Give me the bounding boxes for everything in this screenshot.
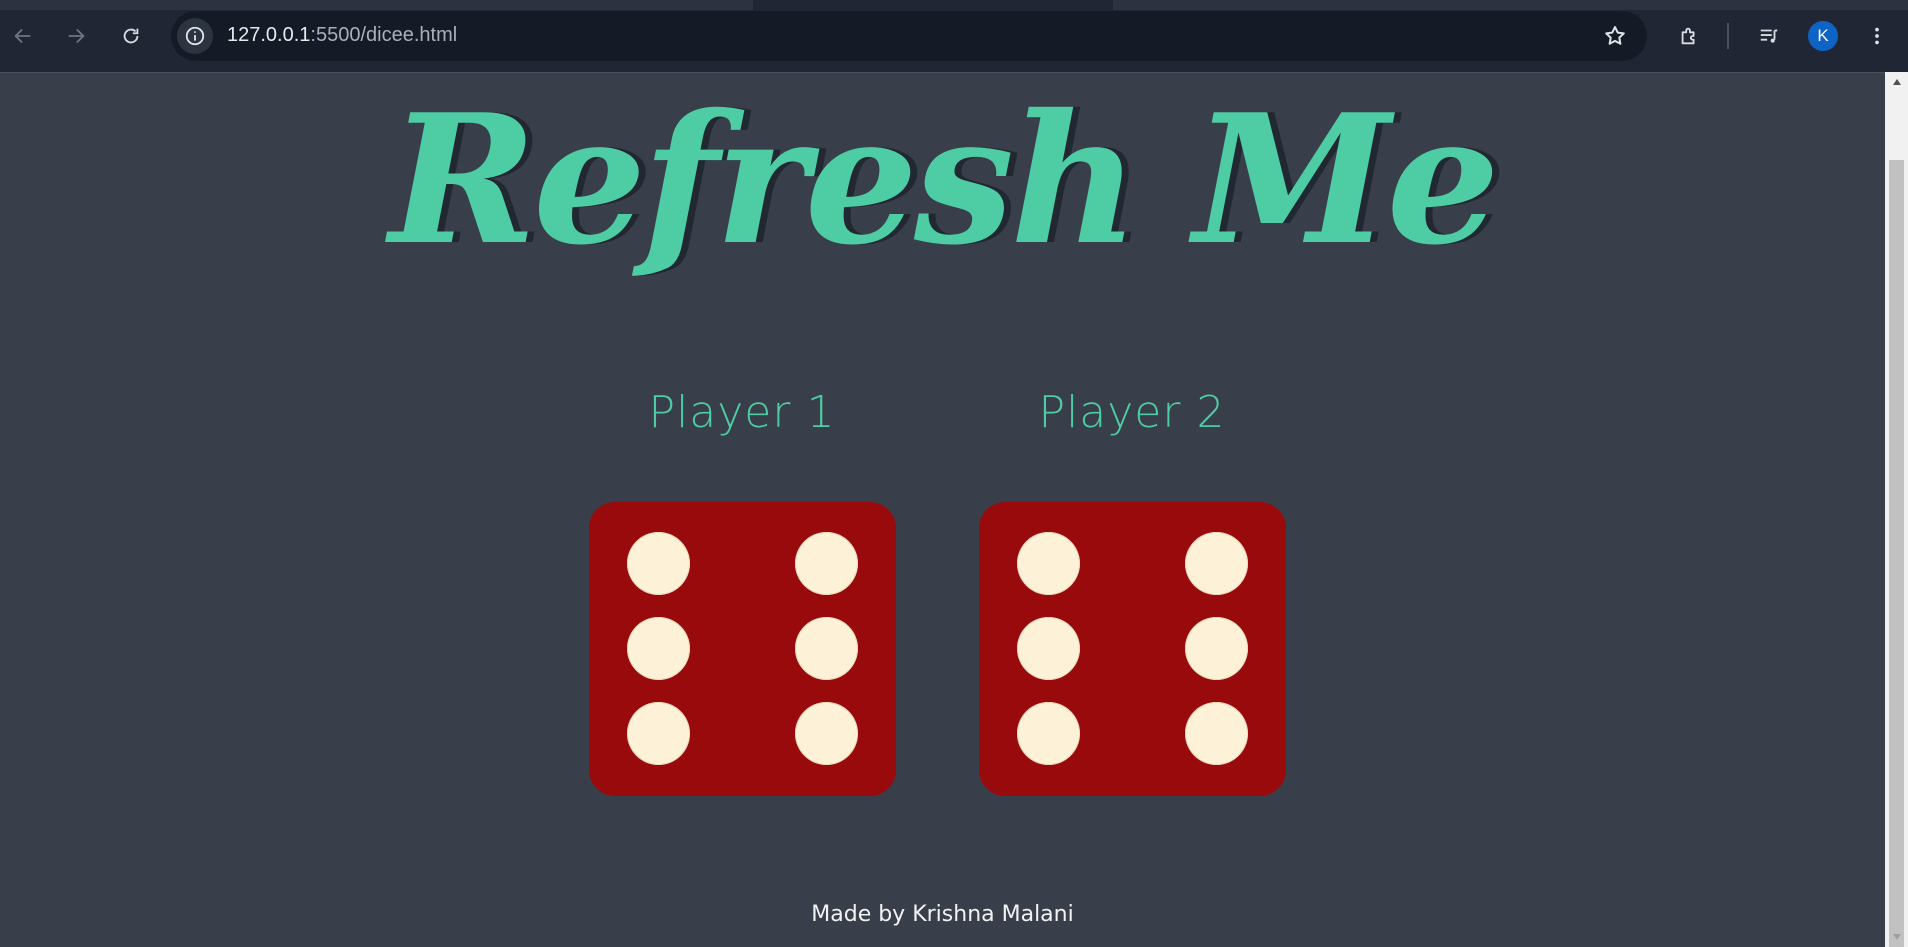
url-host: 127.0.0.1 [227,24,311,46]
bookmark-button[interactable] [1601,22,1629,50]
tab-strip [0,0,1908,10]
address-bar[interactable]: 127.0.0.1:5500/dicee.html [171,11,1647,61]
scroll-up-arrow[interactable] [1885,72,1908,92]
back-button[interactable] [5,18,41,54]
die-pip [1017,532,1080,595]
url-text[interactable]: 127.0.0.1:5500/dicee.html [227,24,457,47]
reload-button[interactable] [113,18,149,54]
media-controls-button[interactable] [1751,18,1787,54]
playlist-icon [1760,29,1778,43]
die-pip [795,617,858,680]
browser-toolbar: 127.0.0.1:5500/dicee.html K [0,0,1908,73]
scroll-thumb[interactable] [1889,160,1904,947]
player-2-label: Player 2 [1038,387,1226,438]
arrow-right-icon [68,28,85,44]
active-tab[interactable] [753,0,1113,10]
die-pip [1017,702,1080,765]
star-icon [1605,26,1625,45]
die-pip [627,532,690,595]
triangle-down-icon [1892,934,1901,940]
player-1-label: Player 1 [648,387,836,438]
scroll-down-arrow[interactable] [1885,927,1908,947]
player-2-die [979,502,1286,796]
die-pip [795,702,858,765]
menu-button[interactable] [1859,18,1895,54]
die-pip [1185,617,1248,680]
page-title: Refresh Me [389,75,1500,284]
toolbar-divider [1727,23,1729,49]
extensions-button[interactable] [1671,18,1707,54]
die-pip [627,617,690,680]
die-pip [627,702,690,765]
url-path: :5500/dicee.html [310,24,458,46]
puzzle-icon [1681,27,1695,45]
die-pip [1017,617,1080,680]
footer-credit: Made by Krishna Malani [811,902,1074,927]
die-pip [1185,532,1248,595]
arrow-left-icon [14,28,31,44]
reload-icon [123,28,139,44]
die-pip [1185,702,1248,765]
triangle-up-icon [1892,79,1901,85]
forward-button[interactable] [58,18,94,54]
page-content: Refresh Me Player 1 Player 2 Made by Kri… [0,72,1885,947]
site-info-button[interactable] [177,18,213,54]
kebab-menu-icon [1875,27,1879,45]
die-pip [795,532,858,595]
vertical-scrollbar[interactable] [1885,72,1908,947]
player-1-die [589,502,896,796]
info-icon [185,26,205,46]
profile-avatar[interactable]: K [1808,21,1838,51]
